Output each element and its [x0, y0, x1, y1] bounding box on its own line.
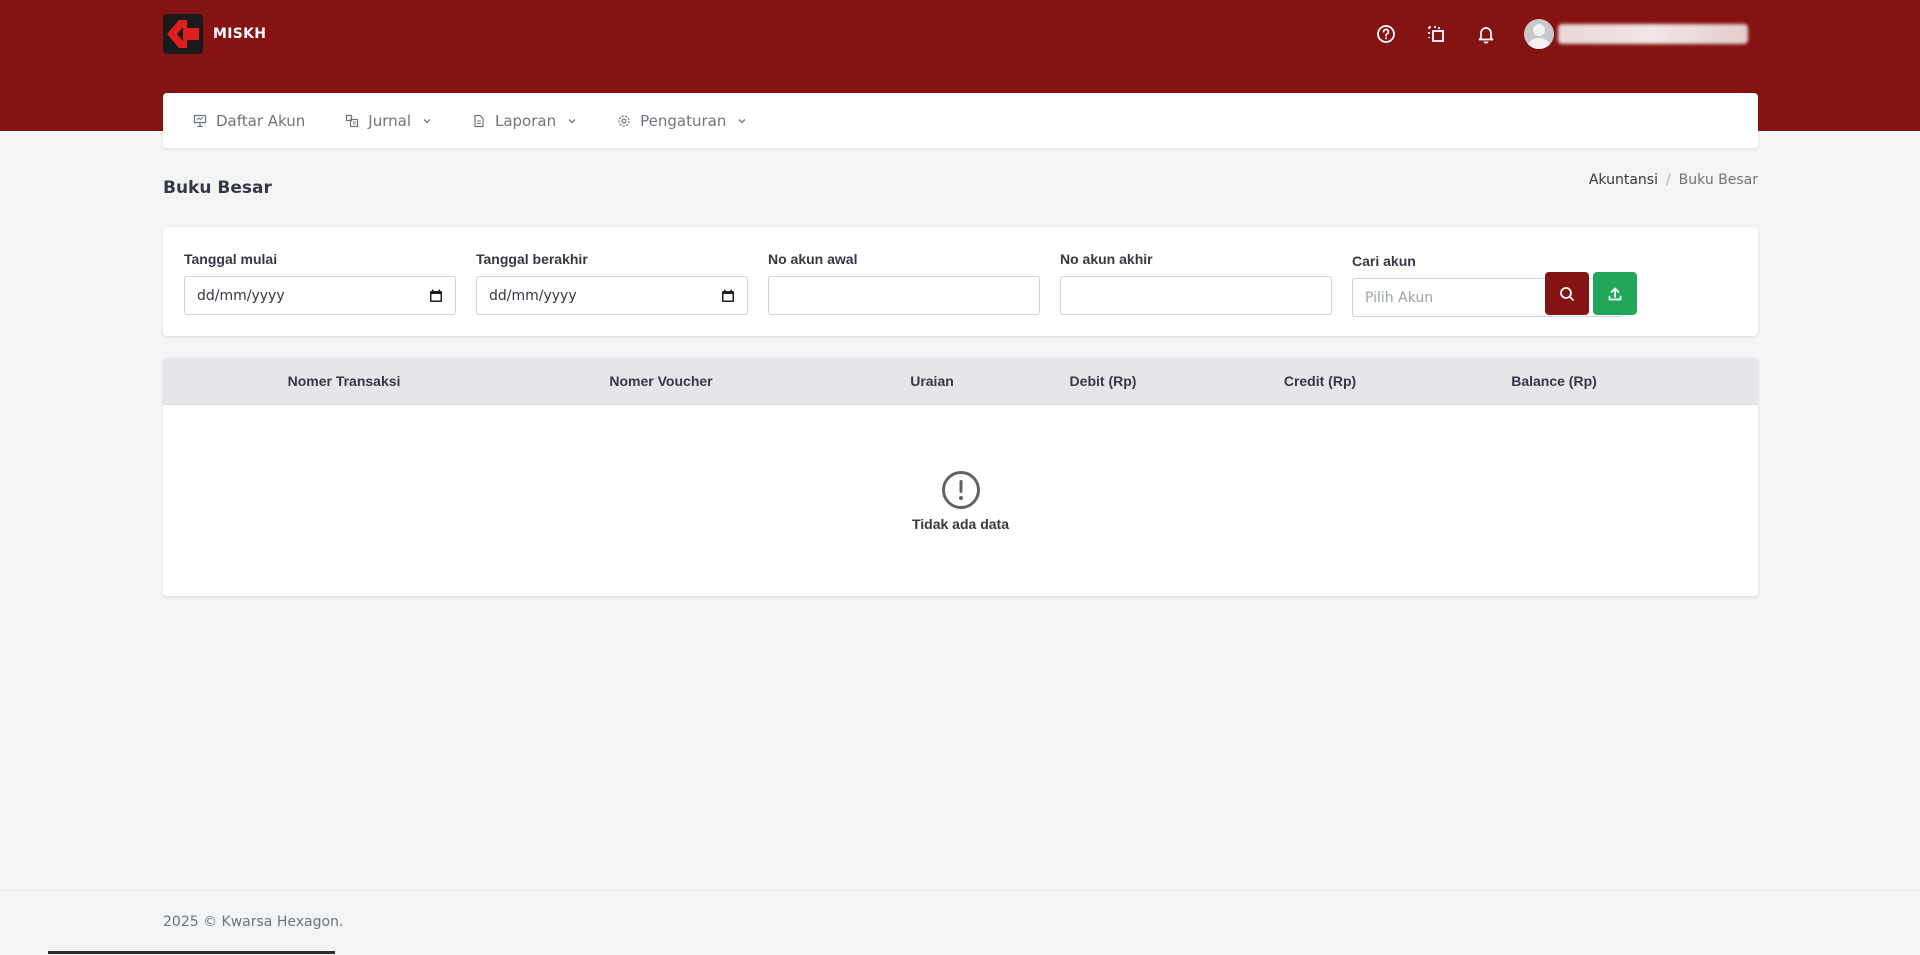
account-end-field: No akun akhir [1060, 251, 1332, 315]
breadcrumb-current: Buku Besar [1678, 172, 1758, 188]
footer-text: 2025 © Kwarsa Hexagon. [163, 914, 344, 930]
export-button[interactable] [1593, 272, 1637, 315]
account-search-label: Cari akun [1352, 253, 1416, 269]
footer: 2025 © Kwarsa Hexagon. [0, 890, 1920, 955]
column-header-nomer-voucher[interactable]: Nomer Voucher [609, 358, 712, 404]
empty-state-text: Tidak ada data [911, 516, 1009, 532]
user-menu[interactable] [1524, 19, 1748, 49]
presentation-icon [193, 114, 207, 127]
main-nav: Daftar Akun Jurnal Laporan Pengaturan [163, 93, 1758, 148]
chevron-down-icon [423, 118, 431, 123]
nav-item-jurnal[interactable]: Jurnal [345, 112, 432, 130]
file-icon [474, 114, 484, 127]
nav-label: Daftar Akun [216, 111, 306, 130]
start-date-placeholder: dd/mm/yyyy [197, 287, 285, 304]
user-name [1558, 24, 1748, 44]
account-end-input[interactable] [1060, 276, 1332, 315]
column-header-credit[interactable]: Credit (Rp) [1284, 358, 1356, 404]
start-date-field: Tanggal mulai dd/mm/yyyy [184, 251, 456, 315]
chevron-down-icon [738, 118, 746, 123]
empty-state: Tidak ada data [163, 470, 1758, 532]
filter-card: Tanggal mulai dd/mm/yyyy Tanggal berakhi… [163, 227, 1758, 336]
start-date-input[interactable]: dd/mm/yyyy [184, 276, 456, 315]
breadcrumb-separator: / [1665, 172, 1671, 188]
nav-item-laporan[interactable]: Laporan [472, 112, 577, 130]
account-start-input[interactable] [768, 276, 1040, 315]
calendar-icon[interactable] [429, 289, 443, 303]
brand-name: MISKH [213, 26, 267, 42]
table-header: Nomer Transaksi Nomer Voucher Uraian Deb… [163, 358, 1758, 405]
breadcrumb-akuntansi[interactable]: Akuntansi [1589, 172, 1658, 188]
help-icon[interactable] [1374, 22, 1398, 46]
end-date-placeholder: dd/mm/yyyy [489, 287, 577, 304]
account-start-field: No akun awal [768, 251, 1040, 315]
avatar [1524, 19, 1554, 49]
nav-item-pengaturan[interactable]: Pengaturan [617, 112, 747, 130]
nav-label: Laporan [494, 111, 557, 130]
brand[interactable]: MISKH [163, 14, 266, 54]
page-title: Buku Besar [163, 178, 272, 198]
nav-item-daftar-akun[interactable]: Daftar Akun [193, 112, 305, 130]
end-date-label: Tanggal berakhir [476, 251, 588, 267]
copy-icon[interactable] [1424, 22, 1448, 46]
brand-logo-icon [163, 14, 203, 54]
journal-icon [346, 114, 359, 127]
search-icon [1560, 286, 1574, 301]
column-header-debit[interactable]: Debit (Rp) [1070, 358, 1137, 404]
search-button[interactable] [1545, 272, 1589, 315]
ledger-table: Nomer Transaksi Nomer Voucher Uraian Deb… [163, 358, 1758, 596]
column-header-nomer-transaksi[interactable]: Nomer Transaksi [288, 358, 401, 404]
account-end-label: No akun akhir [1060, 251, 1153, 267]
nav-label: Jurnal [368, 111, 411, 130]
start-date-label: Tanggal mulai [184, 251, 278, 267]
gear-icon [618, 114, 630, 127]
breadcrumb: Akuntansi / Buku Besar [1589, 172, 1758, 188]
alert-circle-icon [941, 471, 980, 509]
end-date-input[interactable]: dd/mm/yyyy [476, 276, 748, 315]
calendar-icon[interactable] [721, 289, 735, 303]
column-header-uraian[interactable]: Uraian [910, 358, 954, 404]
chevron-down-icon [568, 118, 576, 123]
top-header: MISKH [163, 0, 1758, 68]
account-start-label: No akun awal [768, 251, 858, 267]
page-title-row: Buku Besar Akuntansi / Buku Besar [163, 172, 1758, 204]
nav-label: Pengaturan [640, 111, 727, 130]
bell-icon[interactable] [1474, 22, 1498, 46]
column-header-balance[interactable]: Balance (Rp) [1511, 358, 1597, 404]
account-select-placeholder: Pilih Akun [1365, 289, 1434, 306]
end-date-field: Tanggal berakhir dd/mm/yyyy [476, 251, 748, 315]
upload-icon [1608, 287, 1622, 300]
